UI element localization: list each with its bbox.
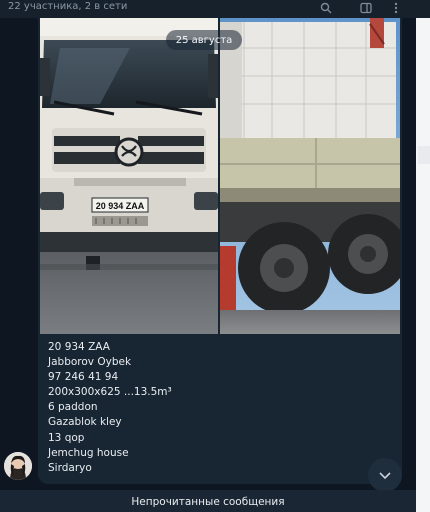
caption-line-driver: Jabborov Oybek [48,356,132,369]
side-panel-strip [418,146,430,164]
chevron-down-icon [378,466,392,485]
chat-header: 22 участника, 2 в сети [0,0,430,18]
caption-line-dimensions: 200x300x625 ...13.5m³ [48,386,172,399]
more-vertical-icon[interactable] [388,0,404,16]
caption-line-phone[interactable]: 97 246 41 94 [48,370,388,385]
license-plate-text: 20 934 ZAA [96,201,145,211]
search-icon[interactable] [318,0,334,16]
caption-line-region: Sirdaryo [48,461,92,474]
caption-line-destination: Jemchug house [48,446,129,459]
scroll-to-bottom-button[interactable] [368,458,402,492]
chat-members-status: 22 участника, 2 в сети [8,1,128,12]
message-caption: 20 934 ZAA Jabborov Oybek 97 246 41 94 2… [48,340,388,476]
caption-line-pallets: 6 paddon [48,401,98,414]
unread-messages-label: Непрочитанные сообщения [131,496,285,508]
unread-messages-divider: Непрочитанные сообщения [0,490,416,512]
side-panel [416,18,430,512]
caption-line-bags: 13 qop [48,431,85,444]
photo-truck-front[interactable]: 20 934 ZAA [40,18,218,334]
sidebar-toggle-icon[interactable] [358,0,374,16]
caption-line-plate: 20 934 ZAA [48,341,110,353]
caption-line-product: Gazablok kley [48,416,122,429]
photo-truck-cargo[interactable] [220,18,400,334]
sender-avatar[interactable] [4,452,32,480]
date-badge: 25 августа [166,30,242,50]
